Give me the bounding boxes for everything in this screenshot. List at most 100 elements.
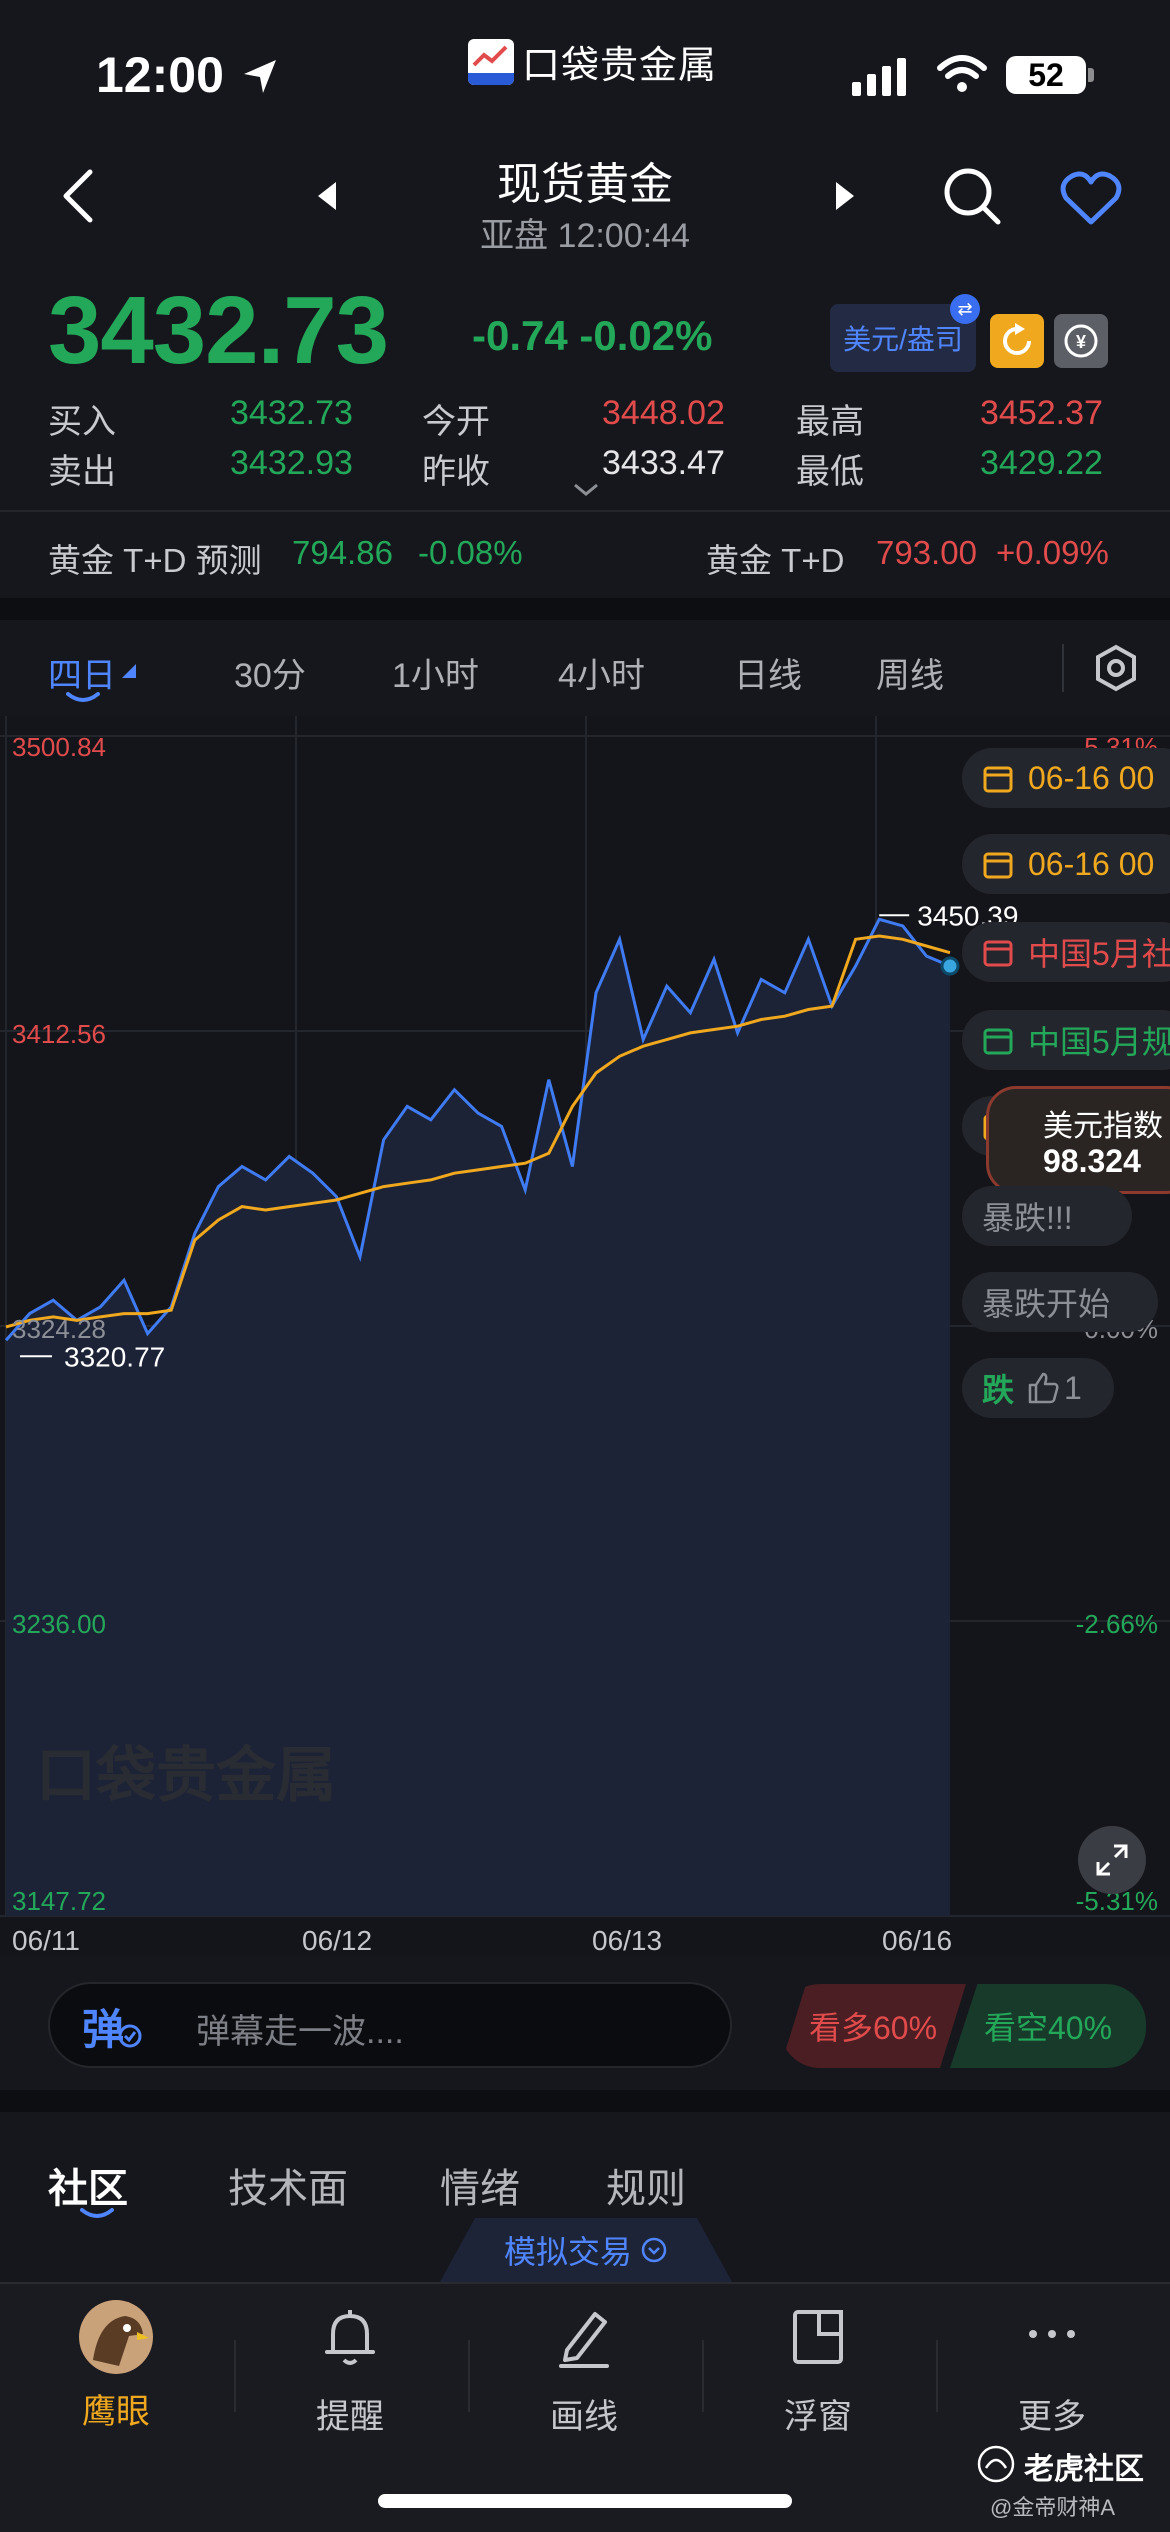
nav-label: 更多 [1018, 2398, 1086, 2436]
event-pill[interactable]: 06-16 00 [962, 834, 1170, 894]
event-pill[interactable]: 中国5月社 [962, 922, 1170, 982]
section-gap [0, 2090, 1170, 2112]
x-tick-label: 06/16 [882, 1925, 952, 1956]
td-forecast-label[interactable]: 黄金 T+D 预测 [48, 534, 262, 582]
more-dots-icon [1029, 2330, 1075, 2338]
event-pill[interactable]: 中国5月规 [962, 1010, 1170, 1070]
tab-weekly[interactable]: 周线 [876, 648, 944, 697]
session-time: 亚盘 12:00:44 [480, 217, 690, 255]
pencil-icon [559, 2312, 609, 2368]
chart-watermark-logo: 口袋贵金属 [36, 1742, 336, 1809]
yuan-exchange-icon: ¥ [1064, 324, 1098, 358]
event-text: 06-16 00 [1028, 845, 1155, 882]
nav-separator [702, 2340, 704, 2412]
usd-index-card[interactable]: 美元指数 98.324 [986, 1086, 1170, 1194]
prev-instrument-icon[interactable] [314, 180, 338, 212]
nav-label: 浮窗 [784, 2398, 852, 2436]
price-chart[interactable]: 3500.845.31%3412.562.66%3324.280.00%3236… [0, 716, 1170, 1956]
chart-settings-icon[interactable] [1092, 644, 1140, 692]
low-value: 3429.22 [980, 444, 1103, 482]
event-text: 中国5月社 [1028, 936, 1170, 972]
nav-separator [936, 2340, 938, 2412]
bear-vote-pill[interactable]: 跌 1 [962, 1358, 1114, 1418]
high-label: 最高 [796, 403, 864, 441]
tab-30min[interactable]: 30分 [234, 648, 306, 697]
home-indicator[interactable] [378, 2494, 792, 2508]
tab-rules[interactable]: 规则 [606, 2156, 686, 2214]
pct-tick-label: -2.66% [1076, 1609, 1158, 1639]
danmaku-text: 暴跌开始 [982, 1286, 1111, 1322]
next-instrument-icon[interactable] [834, 180, 858, 212]
thumbs-up-icon[interactable] [1026, 1371, 1060, 1405]
prev-close-label: 昨收 [422, 453, 490, 491]
danmaku-check-icon [118, 2024, 142, 2048]
event-pill[interactable]: 06-16 00 [962, 748, 1170, 808]
nav-label: 鹰眼 [82, 2393, 150, 2431]
back-chevron-icon[interactable] [60, 168, 96, 224]
footer-author: @金帝财神A [990, 2495, 1116, 2520]
low-label: 最低 [796, 453, 864, 491]
td-label[interactable]: 黄金 T+D [706, 534, 844, 582]
favorite-heart-icon[interactable] [1060, 170, 1122, 226]
bell-icon [325, 2310, 375, 2365]
chevron-down-circle-icon [641, 2237, 667, 2263]
bearish-vote-button[interactable]: 看空40% [950, 1984, 1146, 2068]
prev-close-value: 3433.47 [602, 444, 725, 482]
search-icon[interactable] [942, 166, 1002, 226]
tab-1hour[interactable]: 1小时 [392, 648, 479, 697]
exchange-rate-button[interactable]: ¥ [1054, 314, 1108, 368]
price-change: -0.74 -0.02% [472, 312, 713, 359]
refresh-button[interactable] [990, 314, 1044, 368]
ask-value: 3432.93 [230, 444, 353, 482]
x-tick-label: 06/12 [302, 1925, 372, 1956]
sim-trade-button[interactable]: 模拟交易 [440, 2218, 732, 2282]
td-change: +0.09% [996, 534, 1109, 571]
bid-value: 3432.73 [230, 394, 353, 432]
tab-4hour[interactable]: 4小时 [558, 648, 645, 697]
bullish-vote-button[interactable]: 看多60% [780, 1984, 966, 2068]
nav-draw-line[interactable]: 画线 [494, 2300, 674, 2438]
nav-label: 画线 [550, 2398, 618, 2436]
open-value: 3448.02 [602, 394, 725, 432]
last-price-dot [940, 956, 960, 976]
sim-trade-label: 模拟交易 [503, 2234, 632, 2270]
tab-sentiment[interactable]: 情绪 [440, 2156, 520, 2214]
active-tab-indicator [80, 2208, 114, 2218]
open-label: 今开 [422, 403, 490, 441]
tab-daily[interactable]: 日线 [734, 648, 802, 697]
expand-chevron-down-icon[interactable] [572, 482, 600, 498]
section-gap [0, 598, 1170, 620]
y-tick-label: 3500.84 [12, 732, 106, 762]
page-title: 现货黄金 [497, 160, 673, 209]
active-tab-indicator [66, 692, 100, 702]
nav-float-window[interactable]: 浮窗 [728, 2300, 908, 2438]
nav-label: 提醒 [316, 2398, 384, 2436]
td-forecast-change: -0.08% [418, 534, 523, 571]
divider [0, 510, 1170, 512]
event-text: 06-16 00 [1028, 759, 1155, 796]
usd-index-value: 98.324 [1043, 1143, 1141, 1179]
bid-label: 买入 [48, 403, 116, 441]
fullscreen-button[interactable] [1078, 1826, 1146, 1894]
cellular-signal-icon [852, 58, 906, 96]
tab-technical[interactable]: 技术面 [228, 2156, 348, 2214]
danmaku-bubble: 暴跌开始 [962, 1272, 1158, 1332]
footer-brand: 老虎社区 [1024, 2453, 1144, 2486]
logo-badge-icon [468, 38, 514, 85]
svg-text:¥: ¥ [1076, 332, 1086, 352]
x-tick-label: 06/11 [12, 1925, 80, 1956]
nav-separator [468, 2340, 470, 2412]
nav-eagle-eye[interactable]: 鹰眼 [26, 2300, 206, 2433]
event-text: 中国5月规 [1028, 1024, 1170, 1060]
tab-dropdown-icon [122, 664, 136, 678]
eagle-avatar-icon [79, 2300, 153, 2374]
status-time: 12:00 [96, 47, 224, 103]
nav-alerts[interactable]: 提醒 [260, 2300, 440, 2438]
like-count: 1 [1064, 1369, 1082, 1406]
tab-community[interactable]: 社区 [48, 2156, 128, 2214]
nav-more[interactable]: 更多 [962, 2300, 1142, 2438]
expand-fullscreen-icon [1096, 1844, 1128, 1876]
tab-four-day[interactable]: 四日 [48, 648, 116, 697]
y-tick-label: 3324.28 [12, 1314, 106, 1344]
danmaku-placeholder: 弹幕走一波.... [196, 2013, 404, 2051]
